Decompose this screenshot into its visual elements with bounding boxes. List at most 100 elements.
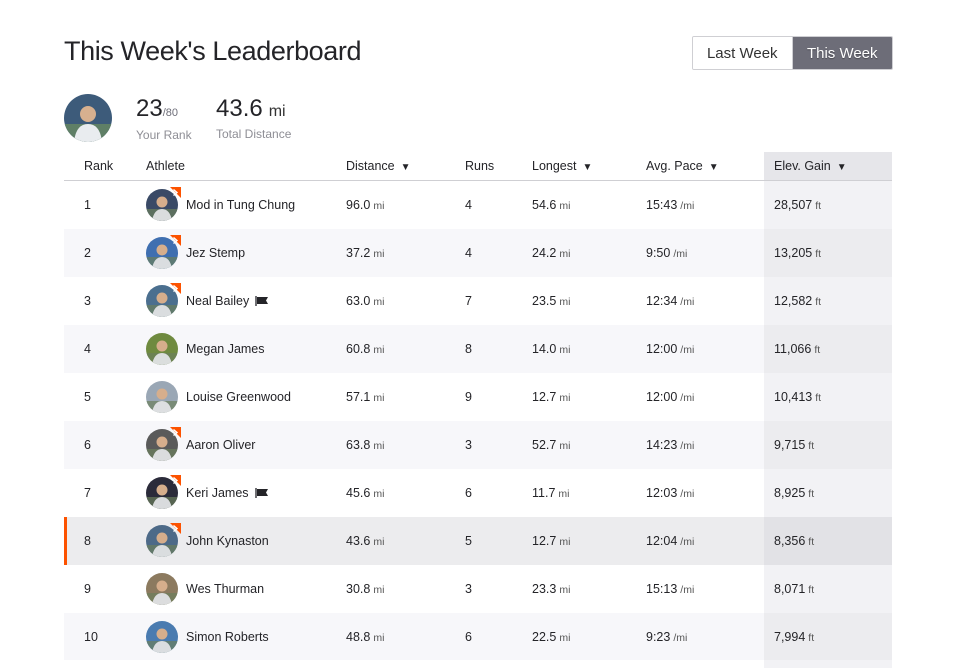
longest-cell: 23.5 mi [532,294,571,308]
elev-cell: 12,582 ft [774,294,822,308]
athlete-name-cell[interactable]: Aaron Oliver [186,421,255,469]
subscriber-badge-icon [170,283,181,294]
athlete-name-cell[interactable]: Mod in Tung Chung [186,181,295,229]
longest-cell: 24.2 mi [532,246,571,260]
subscriber-badge-icon [170,187,181,198]
athlete-avatar[interactable] [146,381,178,413]
athlete-avatar[interactable] [146,573,178,605]
elev-cell: 11,066 ft [774,342,821,356]
athlete-name-cell[interactable]: John Kynaston [186,517,269,565]
table-header: Rank Athlete Distance ▼ Runs Longest ▼ Avg… [64,152,892,181]
col-distance-header[interactable]: Distance ▼ [346,152,411,180]
table-row: 5 Louise Greenwood 57.1 mi 9 12.7 mi 12:00/mi 10… [64,373,892,421]
runs-cell: 4 [465,198,472,212]
sort-down-icon: ▼ [400,162,411,173]
col-rank-header: Rank [84,159,114,173]
col-elev-header[interactable]: Elev. Gain ▼ [774,152,847,180]
pace-cell: 9:23/mi [646,630,688,644]
total-distance-value: 43.6 mi [216,95,286,122]
last-week-button[interactable]: Last Week [693,37,793,69]
rank-cell: 7 [84,486,91,500]
subscriber-badge-icon [170,427,181,438]
sort-down-icon: ▼ [708,162,719,173]
longest-cell: 54.6 mi [532,198,571,212]
elev-cell: 8,071 ft [774,582,815,596]
rank-cell: 8 [84,534,91,548]
athlete-name-link[interactable]: Aaron Oliver [186,438,255,452]
distance-cell: 57.1 mi [346,390,385,404]
runs-cell: 7 [465,294,472,308]
col-pace-header[interactable]: Avg. Pace ▼ [646,152,719,180]
table-row-current-user: 8 John Kynaston 43.6 mi 5 12.7 mi 12:04/mi 8,356… [64,517,892,565]
pace-cell: 12:34/mi [646,294,695,308]
athlete-name-link[interactable]: Keri James [186,486,249,500]
your-rank-stat: 23/80 Your Rank [136,95,192,142]
sort-down-icon: ▼ [836,162,847,173]
table-row: 9 Wes Thurman 30.8 mi 3 23.3 mi 15:13/mi 8,071 ft [64,565,892,613]
athlete-avatar[interactable] [146,333,178,365]
runs-cell: 5 [465,534,472,548]
elev-cell: 8,356 ft [774,534,815,548]
athlete-name-link[interactable]: Simon Roberts [186,630,269,644]
elev-cell: 10,413 ft [774,390,822,404]
athlete-name-cell[interactable]: Keri James [186,469,269,517]
pace-cell: 12:03/mi [646,486,695,500]
rank-cell: 9 [84,582,91,596]
pace-cell: 15:43/mi [646,198,695,212]
athlete-name-link[interactable]: Megan James [186,342,265,356]
athlete-name-cell[interactable]: Wes Thurman [186,565,264,613]
runs-cell: 4 [465,246,472,260]
distance-cell: 63.0 mi [346,294,385,308]
table-row: 3 Neal Bailey 63.0 mi 7 23.5 mi 12:34/mi 12,582 f… [64,277,892,325]
pace-cell: 12:00/mi [646,390,695,404]
athlete-name-link[interactable]: Wes Thurman [186,582,264,596]
distance-cell: 37.2 mi [346,246,385,260]
athlete-avatar[interactable] [146,621,178,653]
rank-cell: 4 [84,342,91,356]
athlete-name-cell[interactable]: Louise Greenwood [186,373,291,421]
runs-cell: 8 [465,342,472,356]
elev-cell: 28,507 ft [774,198,822,212]
subscriber-badge-icon [170,235,181,246]
longest-cell: 14.0 mi [532,342,571,356]
table-row: 4 Megan James 60.8 mi 8 14.0 mi 12:00/mi 11,066 f… [64,325,892,373]
elev-cell: 7,994 ft [774,630,815,644]
pace-cell: 15:13/mi [646,582,695,596]
athlete-name-cell[interactable]: Neal Bailey [186,277,269,325]
distance-cell: 30.8 mi [346,582,385,596]
pace-cell: 14:23/mi [646,438,695,452]
runs-cell: 9 [465,390,472,404]
longest-cell: 52.7 mi [532,438,571,452]
table-row: 2 Jez Stemp 37.2 mi 4 24.2 mi 9:50/mi 13,205 ft [64,229,892,277]
runs-cell: 6 [465,630,472,644]
athlete-name-link[interactable]: Neal Bailey [186,294,249,308]
athlete-name-link[interactable]: Louise Greenwood [186,390,291,404]
this-week-button[interactable]: This Week [792,37,892,69]
athlete-name-link[interactable]: Mod in Tung Chung [186,198,295,212]
col-athlete-header: Athlete [146,159,185,173]
athlete-name-link[interactable]: John Kynaston [186,534,269,548]
table-row: 7 Keri James 45.6 mi 6 11.7 mi 12:03/mi 8,925 ft [64,469,892,517]
longest-cell: 11.7 mi [532,486,570,500]
elev-cell: 9,715 ft [774,438,815,452]
distance-cell: 45.6 mi [346,486,385,500]
your-rank-label: Your Rank [136,128,192,142]
col-runs-header: Runs [465,159,495,173]
athlete-name-cell[interactable]: Jez Stemp [186,229,245,277]
rank-cell: 3 [84,294,91,308]
total-distance-stat: 43.6 mi Total Distance [216,95,291,141]
athlete-name-cell[interactable]: Megan James [186,325,265,373]
distance-cell: 60.8 mi [346,342,385,356]
pace-cell: 12:00/mi [646,342,695,356]
athlete-name-link[interactable]: Jez Stemp [186,246,245,260]
rank-cell: 2 [84,246,91,260]
table-row: 6 Aaron Oliver 63.8 mi 3 52.7 mi 14:23/mi 9,715 f… [64,421,892,469]
subscriber-badge-icon [170,475,181,486]
col-longest-header[interactable]: Longest ▼ [532,152,592,180]
longest-cell: 12.7 mi [532,390,571,404]
athlete-name-cell[interactable]: Simon Roberts [186,613,269,661]
table-row: 1 Mod in Tung Chung 96.0 mi 4 54.6 mi 15:43/mi 2… [64,181,892,229]
current-user-avatar[interactable] [64,94,112,142]
elev-cell-bg [764,660,892,668]
flag-icon [255,278,269,326]
